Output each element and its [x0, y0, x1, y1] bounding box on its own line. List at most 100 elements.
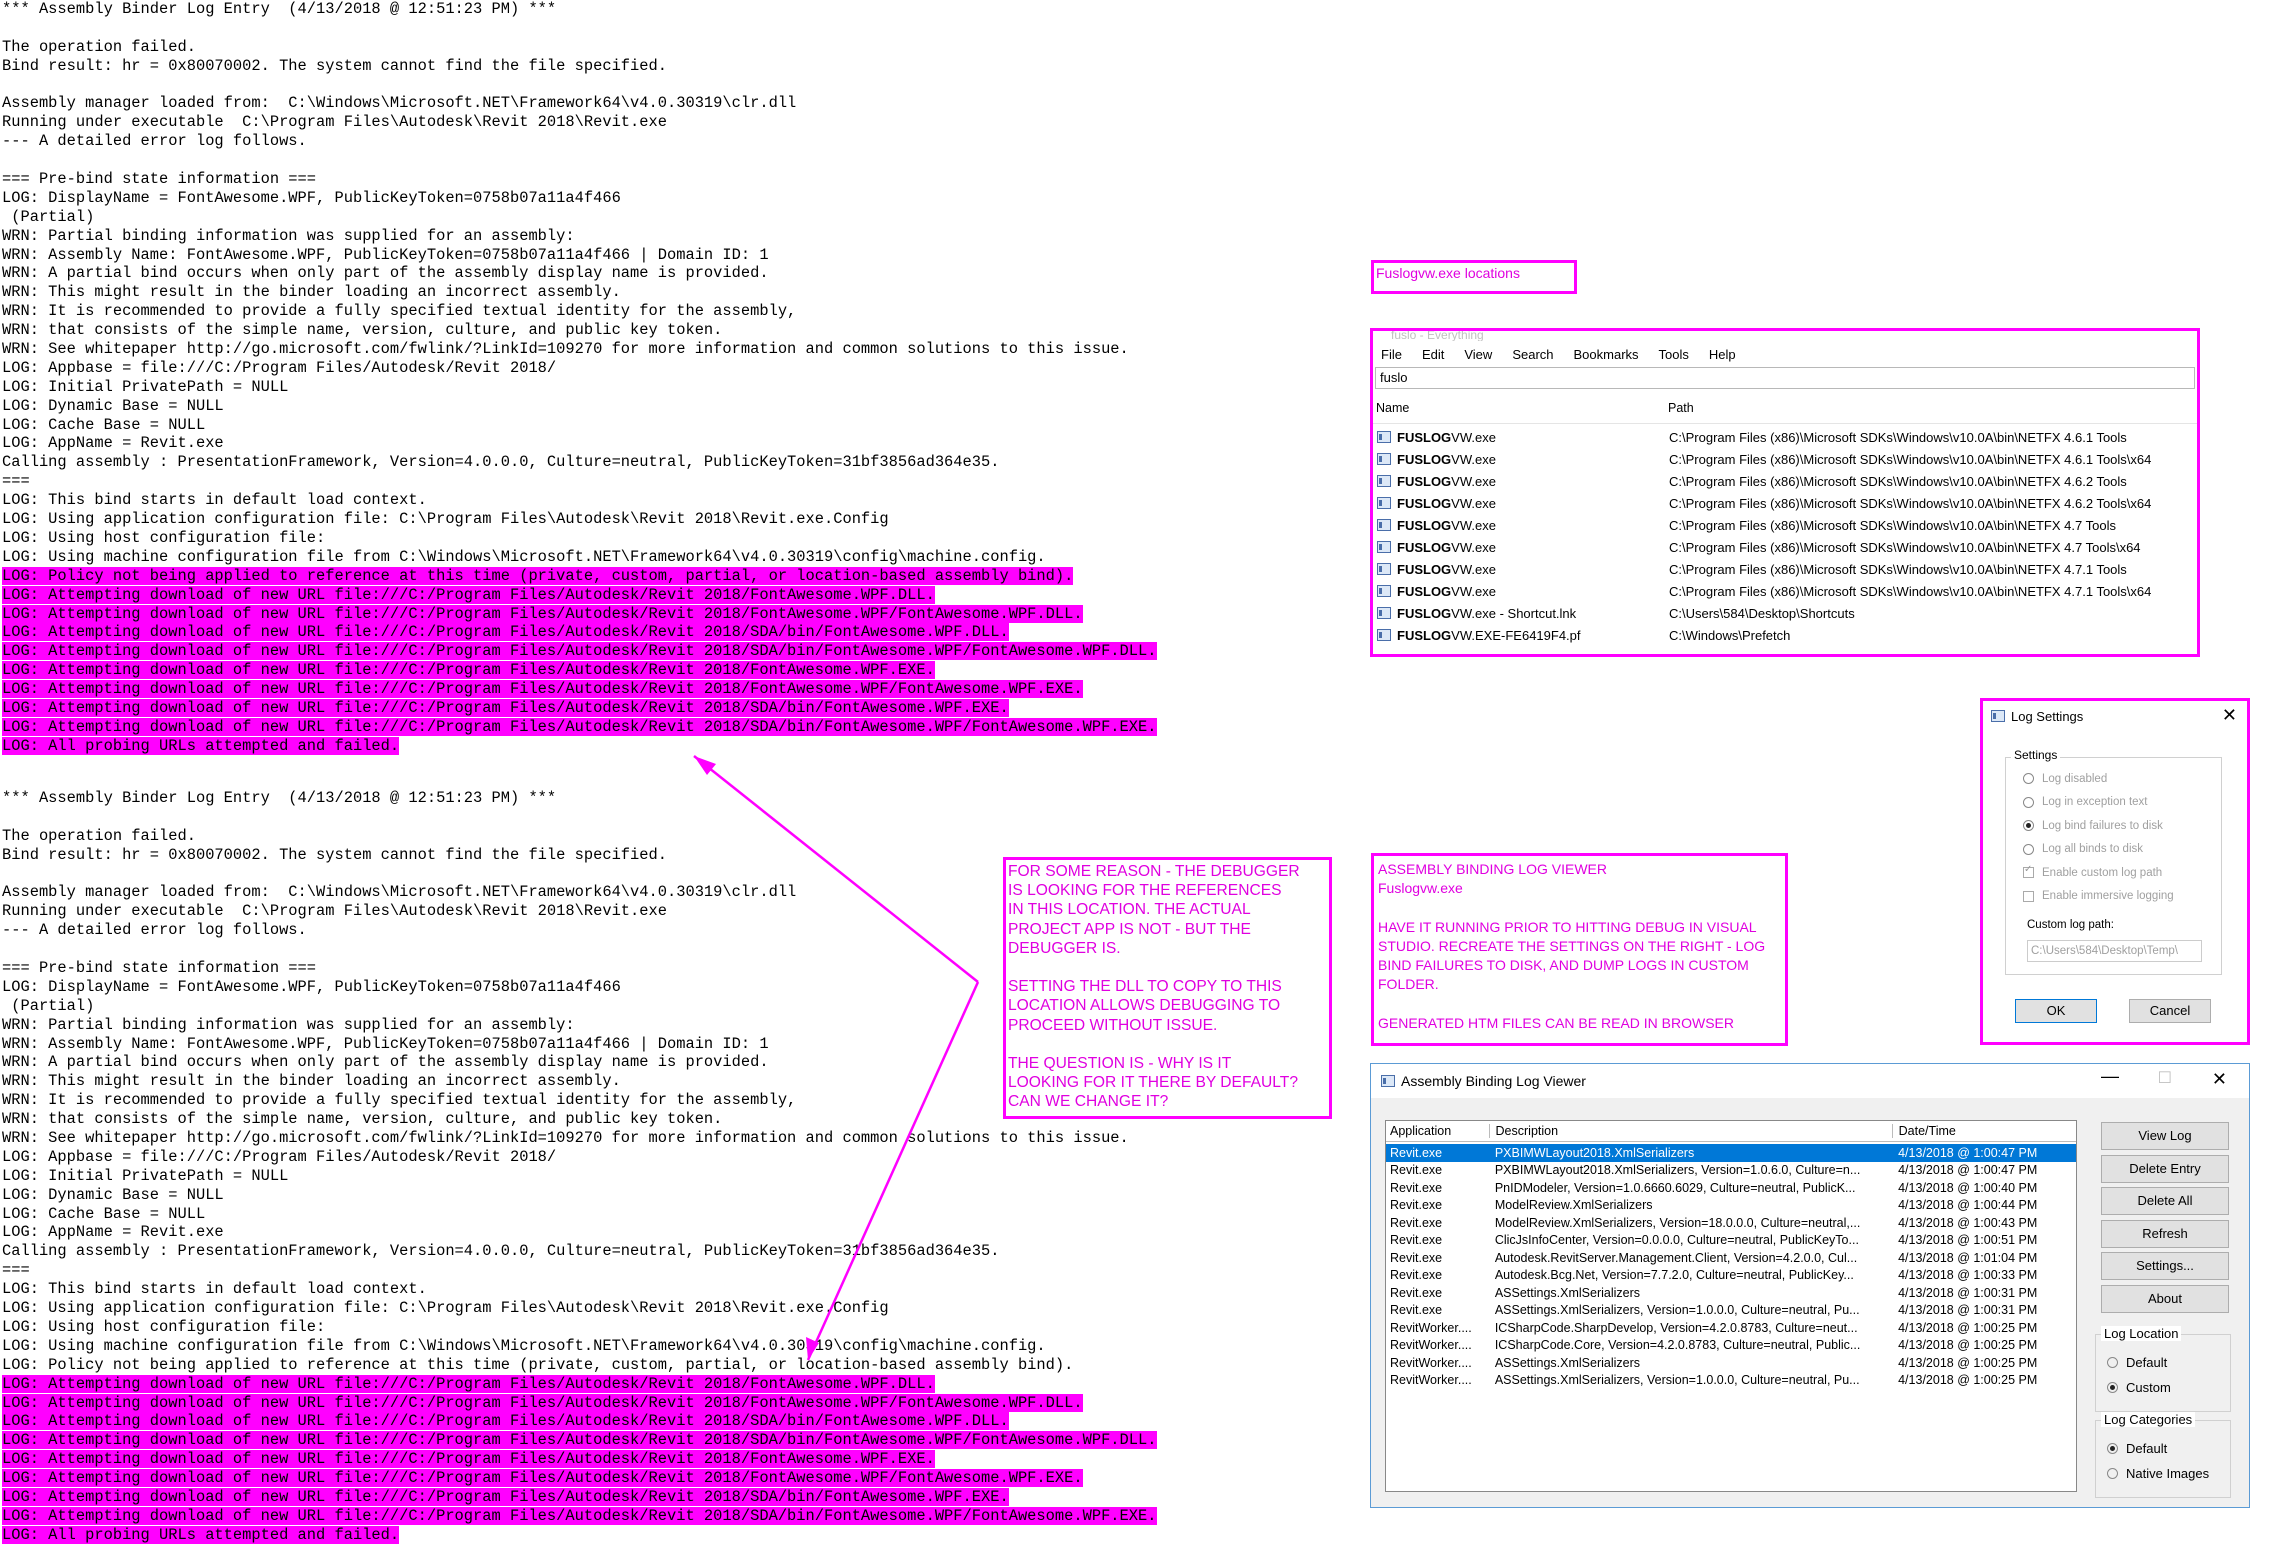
- entry-description: PXBIMWLayout2018.XmlSerializers, Version…: [1494, 1163, 1861, 1178]
- ok-button[interactable]: OK: [2015, 999, 2097, 1023]
- name-rest: VW.exe: [1451, 495, 1496, 511]
- log-entry-row[interactable]: Revit.exe ModelReview.XmlSerializers 4/13/…: [1386, 1197, 2076, 1215]
- entry-application: Revit.exe: [1390, 1250, 1443, 1265]
- name-rest: VW.exe: [1451, 583, 1496, 599]
- search-input[interactable]: fuslo: [1375, 367, 2195, 389]
- log-entry-row[interactable]: Revit.exe Autodesk.RevitServer.Management…: [1386, 1249, 2076, 1267]
- setting-radio[interactable]: Log all binds to disk: [2023, 838, 2174, 862]
- result-row[interactable]: FUSLOG VW.exe C:\Program Files (x86)\Micro…: [1373, 514, 2197, 536]
- entry-description: ICSharpCode.SharpDevelop, Version=4.2.0.…: [1494, 1320, 1858, 1335]
- entry-application: RevitWorker....: [1390, 1320, 1472, 1335]
- setting-checkbox[interactable]: Enable custom log path: [2023, 861, 2174, 885]
- radio-label: Log in exception text: [2042, 796, 2148, 809]
- file-icon: [1377, 497, 1391, 509]
- result-row[interactable]: FUSLOG VW.exe C:\Program Files (x86)\Micro…: [1373, 536, 2197, 558]
- result-row[interactable]: FUSLOG VW.exe - Shortcut.lnk C:\Users\584\…: [1373, 602, 2197, 624]
- entry-datetime: 4/13/2018 @ 1:00:43 PM: [1898, 1215, 2038, 1230]
- radio-label: Log bind failures to disk: [2042, 819, 2163, 832]
- minimize-icon[interactable]: —: [2101, 1066, 2119, 1087]
- close-icon[interactable]: ✕: [2222, 705, 2237, 726]
- note-line: BIND FAILURES TO DISK, AND DUMP LOGS IN …: [1378, 956, 1749, 973]
- view-log-button[interactable]: View Log: [2101, 1122, 2229, 1150]
- result-row[interactable]: FUSLOG VW.exe C:\Program Files (x86)\Micro…: [1373, 580, 2197, 602]
- fuslogvw-locations-label: Fuslogvw.exe locations: [1371, 260, 1577, 294]
- result-name: FUSLOG VW.exe: [1373, 452, 1665, 467]
- entry-application: RevitWorker....: [1390, 1338, 1472, 1353]
- about-button[interactable]: About: [2101, 1284, 2229, 1313]
- log-entry-row[interactable]: RevitWorker.... ASSettings.XmlSerializers…: [1386, 1372, 2076, 1390]
- name-match: FUSLOG: [1397, 473, 1452, 489]
- col-name-header[interactable]: Name: [1373, 401, 1664, 415]
- name-match: FUSLOG: [1397, 451, 1452, 467]
- log-location-options: Default Custom: [2107, 1350, 2171, 1400]
- log-entry-row[interactable]: RevitWorker.... ICSharpCode.SharpDevelop,…: [1386, 1319, 2076, 1337]
- file-icon: [1377, 629, 1391, 641]
- menu-item-bookmarks[interactable]: Bookmarks: [1574, 347, 1639, 362]
- entry-datetime: 4/13/2018 @ 1:00:25 PM: [1898, 1355, 2038, 1370]
- menu-item-tools[interactable]: Tools: [1659, 347, 1689, 362]
- log-entries-list[interactable]: Application Description Date/Time Revit.…: [1385, 1120, 2077, 1492]
- file-icon: [1377, 585, 1391, 597]
- delete-all-button[interactable]: Delete All: [2101, 1187, 2229, 1215]
- log-entry-row[interactable]: RevitWorker.... ASSettings.XmlSerializers…: [1386, 1354, 2076, 1372]
- log-location-radio[interactable]: Custom: [2107, 1375, 2171, 1400]
- note-line: FOLDER.: [1378, 976, 1439, 993]
- name-rest: VW.exe: [1451, 473, 1496, 489]
- log-entry-row[interactable]: Revit.exe PXBIMWLayout2018.XmlSerializers…: [1386, 1162, 2076, 1180]
- entry-datetime: 4/13/2018 @ 1:00:25 PM: [1898, 1373, 2038, 1388]
- menu-item-file[interactable]: File: [1381, 347, 1402, 362]
- log-entry-row[interactable]: RevitWorker.... ICSharpCode.Core, Version…: [1386, 1337, 2076, 1355]
- menu-item-search[interactable]: Search: [1512, 347, 1553, 362]
- custom-path-input[interactable]: C:\Users\584\Desktop\Temp\: [2027, 940, 2202, 962]
- menu-item-view[interactable]: View: [1464, 347, 1492, 362]
- delete-entry-button[interactable]: Delete Entry: [2101, 1154, 2229, 1183]
- log-entry-row[interactable]: Revit.exe ASSettings.XmlSerializers 4/13/2…: [1386, 1284, 2076, 1302]
- entry-application: Revit.exe: [1390, 1285, 1443, 1300]
- setting-radio[interactable]: Log disabled: [2023, 767, 2174, 791]
- result-path: C:\Windows\Prefetch: [1669, 627, 1791, 643]
- col-application-header[interactable]: Application: [1386, 1124, 1490, 1138]
- result-row[interactable]: FUSLOG VW.EXE-FE6419F4.pf C:\Windows\Prefe…: [1373, 624, 2197, 646]
- maximize-icon[interactable]: ☐: [2158, 1068, 2172, 1088]
- result-name: FUSLOG VW.exe: [1373, 562, 1665, 577]
- name-rest: VW.exe: [1451, 451, 1496, 467]
- result-row[interactable]: FUSLOG VW.exe C:\Program Files (x86)\Micro…: [1373, 426, 2197, 448]
- log-entry-row[interactable]: Revit.exe PnIDModeler, Version=1.0.6660.6…: [1386, 1179, 2076, 1197]
- setting-radio[interactable]: Log bind failures to disk: [2023, 814, 2174, 838]
- log-entry-row[interactable]: Revit.exe PXBIMWLayout2018.XmlSerializers…: [1386, 1144, 2076, 1162]
- log-entry-row[interactable]: Revit.exe ASSettings.XmlSerializers, Vers…: [1386, 1302, 2076, 1320]
- log-location-radio[interactable]: Default: [2107, 1350, 2171, 1375]
- settings-button[interactable]: Settings...: [2101, 1252, 2229, 1280]
- log-entry-row[interactable]: Revit.exe ClicJsInfoCenter, Version=0.0.0…: [1386, 1232, 2076, 1250]
- result-row[interactable]: FUSLOG VW.exe C:\Program Files (x86)\Micro…: [1373, 470, 2197, 492]
- annotation-line: LOCATION ALLOWS DEBUGGING TO: [1008, 997, 1281, 1015]
- settings-group-label: Settings: [2011, 748, 2061, 762]
- file-icon: [1377, 563, 1391, 575]
- setting-checkbox[interactable]: Enable immersive logging: [2023, 885, 2174, 909]
- result-row[interactable]: FUSLOG VW.exe C:\Program Files (x86)\Micro…: [1373, 558, 2197, 580]
- entry-application: Revit.exe: [1390, 1303, 1443, 1318]
- menu-item-edit[interactable]: Edit: [1422, 347, 1444, 362]
- entry-application: Revit.exe: [1390, 1198, 1443, 1213]
- entry-datetime: 4/13/2018 @ 1:00:47 PM: [1898, 1145, 2038, 1160]
- setting-radio[interactable]: Log in exception text: [2023, 791, 2174, 815]
- refresh-button[interactable]: Refresh: [2101, 1219, 2229, 1248]
- result-row[interactable]: FUSLOG VW.exe C:\Program Files (x86)\Micro…: [1373, 492, 2197, 514]
- result-row[interactable]: FUSLOG VW.exe C:\Program Files (x86)\Micro…: [1373, 448, 2197, 470]
- log-location-label: Log Location: [2101, 1326, 2182, 1341]
- menu-item-help[interactable]: Help: [1709, 347, 1736, 362]
- cancel-button[interactable]: Cancel: [2129, 999, 2211, 1023]
- col-datetime-header[interactable]: Date/Time: [1893, 1124, 2076, 1138]
- file-icon: [1377, 519, 1391, 531]
- log-categories-radio[interactable]: Default: [2107, 1436, 2209, 1461]
- log-categories-radio[interactable]: Native Images: [2107, 1461, 2209, 1486]
- entry-description: ASSettings.XmlSerializers: [1494, 1355, 1641, 1370]
- checkbox-label: Enable custom log path: [2042, 866, 2163, 879]
- log-entry-row[interactable]: Revit.exe ModelReview.XmlSerializers, Ver…: [1386, 1214, 2076, 1232]
- col-path-header[interactable]: Path: [1664, 401, 1694, 415]
- close-icon[interactable]: ✕: [2212, 1069, 2227, 1090]
- log-entry-row[interactable]: Revit.exe Autodesk.Bcg.Net, Version=7.7.2…: [1386, 1267, 2076, 1285]
- col-description-header[interactable]: Description: [1490, 1124, 1893, 1138]
- entry-datetime: 4/13/2018 @ 1:00:25 PM: [1898, 1320, 2038, 1335]
- app-icon: [1991, 710, 2005, 722]
